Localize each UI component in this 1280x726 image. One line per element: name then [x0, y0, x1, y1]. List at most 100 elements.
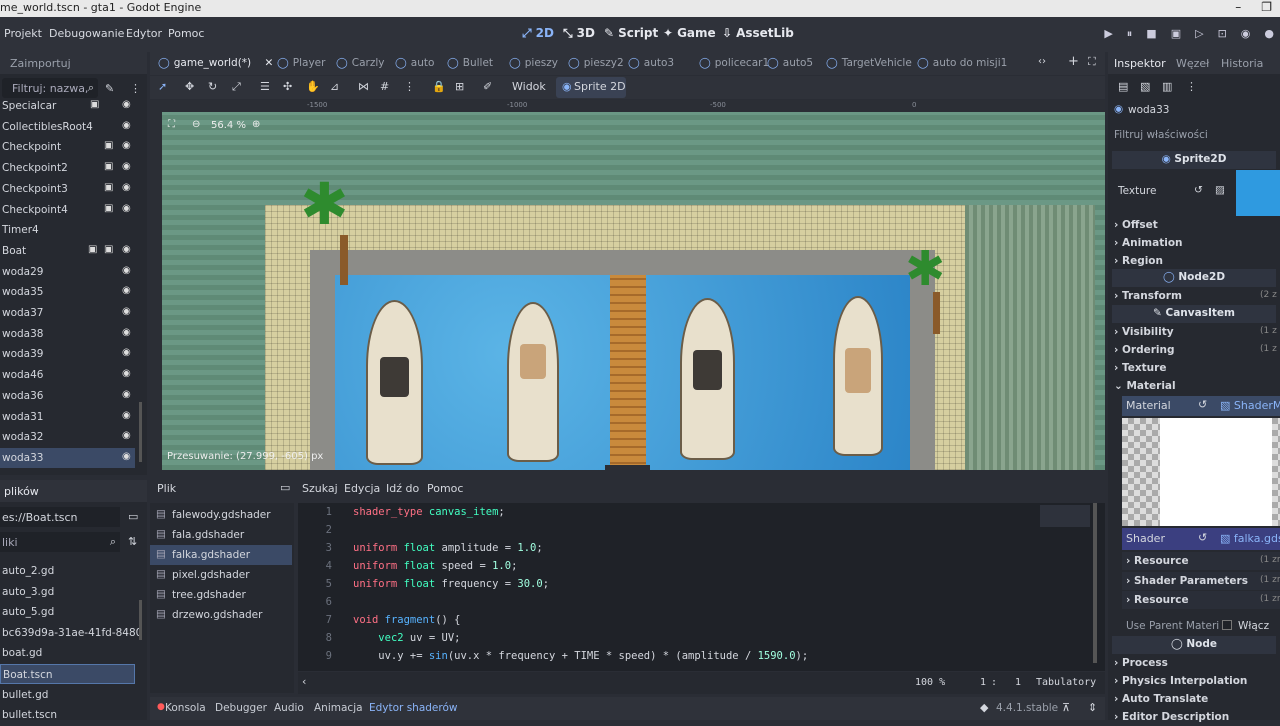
inspector-group[interactable]: › Visibility (1 z [1108, 323, 1280, 341]
inspector-subgroup[interactable]: › Resource(1 zm [1122, 591, 1280, 609]
instance-icon[interactable]: ▣ [104, 182, 113, 193]
inspector-subgroup[interactable]: › Resource(1 zm [1122, 552, 1280, 570]
inspector-group[interactable]: › Ordering (1 z [1108, 341, 1280, 359]
inspector-subgroup[interactable]: › Shader Parameters(1 zm [1122, 571, 1280, 590]
instance-icon[interactable]: ▣ [104, 140, 113, 151]
scene-node-row[interactable]: woda32 ◉ [0, 427, 135, 447]
filesystem-tab[interactable]: plików [4, 485, 39, 498]
move-tool-icon[interactable]: ✥ [185, 80, 194, 93]
instance-icon[interactable]: ▣ [104, 203, 113, 214]
inspector-group[interactable]: › Process [1108, 654, 1280, 672]
shader-file-item[interactable]: ▤ falewody.gdshader [150, 505, 292, 525]
property-shader[interactable]: Shader ↺ ▧ falka.gds [1122, 528, 1280, 550]
inspector-group[interactable]: › Auto Translate [1108, 690, 1280, 708]
pin-icon[interactable]: ⊼ [1062, 701, 1070, 714]
shader-file-item[interactable]: ▤ fala.gdshader [150, 525, 292, 545]
rotate-tool-icon[interactable]: ↻ [208, 80, 217, 93]
lock-icon[interactable]: 🔒 [432, 80, 446, 93]
toggle-files-icon[interactable]: ▭ [280, 481, 290, 494]
file-item[interactable]: bullet.tscn [0, 705, 135, 721]
visibility-icon[interactable]: ◉ [122, 161, 131, 172]
code-scrollbar[interactable] [1093, 503, 1097, 663]
scene-tab[interactable]: ◯ pieszy2 [568, 55, 624, 74]
section-sprite2d[interactable]: ◉ Sprite2D [1112, 151, 1276, 169]
code-minimap[interactable] [1040, 505, 1090, 527]
scene-node-row[interactable]: Timer4 [0, 220, 135, 240]
boat-sprite[interactable] [680, 298, 735, 460]
visibility-icon[interactable]: ◉ [122, 265, 131, 276]
file-filter-input[interactable]: liki ⌕ [0, 532, 120, 552]
snap-options-icon[interactable]: ⋮ [404, 80, 415, 93]
code-zoom[interactable]: 100 % [915, 677, 945, 688]
inspector-group[interactable]: › Animation [1108, 234, 1280, 252]
pan-tool-icon[interactable]: ✋ [306, 80, 320, 93]
smart-snap-icon[interactable]: ⋈ [358, 80, 369, 93]
inspector-group[interactable]: › Offset [1108, 216, 1280, 234]
scene-node-row[interactable]: woda36 ◉ [0, 386, 135, 406]
edit-texture-icon[interactable]: ▨ [1215, 184, 1225, 196]
toggle-panel-icon[interactable]: ‹ [302, 675, 306, 688]
file-item[interactable]: auto_2.gd [0, 561, 135, 581]
script-attach-icon[interactable]: ✎ [105, 82, 114, 95]
boat-sprite[interactable] [833, 296, 883, 456]
shader-file-item[interactable]: ▤ falka.gdshader [150, 545, 292, 565]
group-icon[interactable]: ⊞ [455, 80, 464, 93]
boat-sprite[interactable] [507, 302, 559, 462]
workspace-2d-button[interactable]: ⤢ 2D [522, 26, 554, 41]
pause-icon[interactable]: ⏸ [1127, 27, 1133, 41]
section-node2d[interactable]: ◯ Node2D [1112, 269, 1276, 287]
scene-tab[interactable]: ◯ auto3 [628, 55, 674, 74]
visibility-icon[interactable]: ◉ [122, 410, 131, 421]
file-item[interactable]: bullet.gd [0, 685, 135, 705]
remote-debug-icon[interactable]: ▣ [1171, 27, 1181, 41]
tab-wezel[interactable]: Węzeł [1176, 57, 1209, 70]
distraction-free-icon[interactable]: ⛶ [1088, 55, 1096, 69]
code-editor[interactable]: 1 shader_type canvas_item; 2 3 uniform float… [298, 503, 1105, 671]
inspector-group[interactable]: › Editor Description [1108, 708, 1280, 726]
scene-tab[interactable]: ◯ Bullet [447, 55, 493, 74]
menu-projekt[interactable]: Projekt [4, 27, 42, 40]
scene-filter-input[interactable]: Filtruj: nazwa, ⌕ [2, 78, 98, 98]
zoom-level[interactable]: 56.4 % [211, 120, 246, 131]
visibility-icon[interactable]: ◉ [122, 203, 131, 214]
menu-edycja[interactable]: Edycja [344, 482, 380, 495]
menu-plik[interactable]: Plik [157, 482, 176, 495]
revert-icon[interactable]: ↺ [1198, 531, 1207, 544]
pivot-icon[interactable]: ✣ [283, 80, 292, 93]
property-material[interactable]: Material ↺ ▧ ShaderMa [1122, 396, 1280, 416]
path-field[interactable]: es://Boat.tscn [0, 507, 120, 527]
visibility-icon[interactable]: ◉ [122, 120, 131, 131]
palm-tree-sprite[interactable]: ✱ [300, 175, 349, 233]
scene-node-row[interactable]: CollectiblesRoot4 ◉ [0, 117, 135, 137]
instance-icon[interactable]: ▣ [88, 244, 97, 255]
revert-icon[interactable]: ↺ [1194, 184, 1203, 196]
file-item[interactable]: bc639d9a-31ae-41fd-8480... [0, 623, 140, 643]
shader-file-item[interactable]: ▤ tree.gdshader [150, 585, 292, 605]
tab-inspektor[interactable]: Inspektor [1114, 57, 1166, 70]
visibility-icon[interactable]: ◉ [122, 451, 131, 462]
scene-node-row[interactable]: woda33 ◉ [0, 447, 135, 468]
ruler-tool-icon[interactable]: ⊿ [330, 80, 339, 93]
add-tab-icon[interactable]: + [1068, 54, 1079, 69]
revert-icon[interactable]: ↺ [1198, 398, 1207, 411]
tab-konsola[interactable]: Konsola [165, 702, 206, 714]
skeleton-icon[interactable]: ✐ [483, 80, 492, 93]
instance-icon[interactable]: ▣ [104, 161, 113, 172]
shader-material-resource[interactable]: ▧ ShaderMa [1220, 399, 1280, 412]
visibility-icon[interactable]: ◉ [122, 347, 131, 358]
scene-tab[interactable]: ◯ Player [277, 55, 325, 74]
inspector-group[interactable]: ⌄ Material [1108, 377, 1280, 395]
minimize-icon[interactable]: – [1235, 0, 1241, 14]
scene-node-row[interactable]: woda39 ◉ [0, 344, 135, 364]
frame-icon[interactable]: ⛶ [168, 119, 175, 130]
close-tab-icon[interactable]: ✕ [261, 57, 274, 69]
workspace-3d-button[interactable]: ⤡ 3D [563, 26, 595, 41]
file-item[interactable]: auto_5.gd [0, 602, 135, 622]
visibility-icon[interactable]: ◉ [122, 100, 131, 110]
expand-panel-icon[interactable]: ⇕ [1088, 701, 1097, 714]
inspector-more-icon[interactable]: ⋮ [1186, 80, 1197, 93]
texture-preview[interactable] [1236, 170, 1280, 216]
workspace-assetlib-button[interactable]: ⇩ AssetLib [722, 26, 794, 40]
indent-mode[interactable]: Tabulatory [1036, 677, 1096, 688]
scene-tab[interactable]: ◯ Carzly [336, 55, 385, 74]
